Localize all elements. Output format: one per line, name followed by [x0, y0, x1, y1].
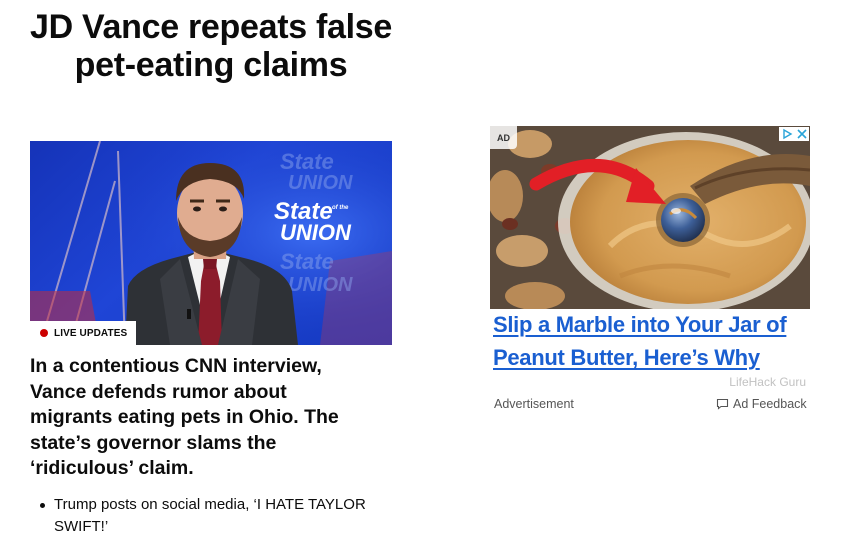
svg-text:of the: of the [332, 205, 349, 211]
related-link-text[interactable]: Trump posts on social media, ‘I HATE TAY… [54, 496, 366, 535]
advertisement-label: Advertisement [494, 397, 574, 411]
article-hero-image[interactable]: State UNION State UNION State of the UNI… [30, 141, 392, 345]
close-icon[interactable] [797, 129, 807, 139]
article-summary[interactable]: In a contentious CNN interview, Vance de… [30, 354, 370, 482]
related-links-list: Trump posts on social media, ‘I HATE TAY… [30, 494, 370, 538]
svg-text:UNION: UNION [288, 274, 353, 296]
article-headline[interactable]: JD Vance repeats false pet-eating claims [30, 8, 392, 84]
live-updates-label: LIVE UPDATES [54, 327, 128, 339]
feedback-icon [716, 398, 729, 410]
ad-source: LifeHack Guru [729, 375, 806, 389]
svg-text:UNION: UNION [288, 172, 353, 194]
ad-feedback-button[interactable]: Ad Feedback [716, 397, 807, 411]
live-updates-badge: LIVE UPDATES [30, 321, 137, 345]
svg-text:State: State [280, 249, 334, 274]
svg-text:State: State [280, 149, 334, 174]
adchoices-play-icon [783, 128, 793, 140]
show-logo-union: UNION [280, 220, 352, 245]
ad-badge: AD [490, 126, 517, 149]
related-link[interactable]: Trump posts on social media, ‘I HATE TAY… [30, 494, 370, 538]
ad-image[interactable] [490, 126, 810, 309]
adchoices-icon[interactable] [779, 127, 809, 141]
ad-title-link[interactable]: Slip a Marble into Your Jar of Peanut Bu… [493, 308, 813, 374]
ad-feedback-label[interactable]: Ad Feedback [733, 397, 807, 411]
bullet-icon [40, 503, 45, 508]
live-dot-icon [40, 329, 48, 337]
